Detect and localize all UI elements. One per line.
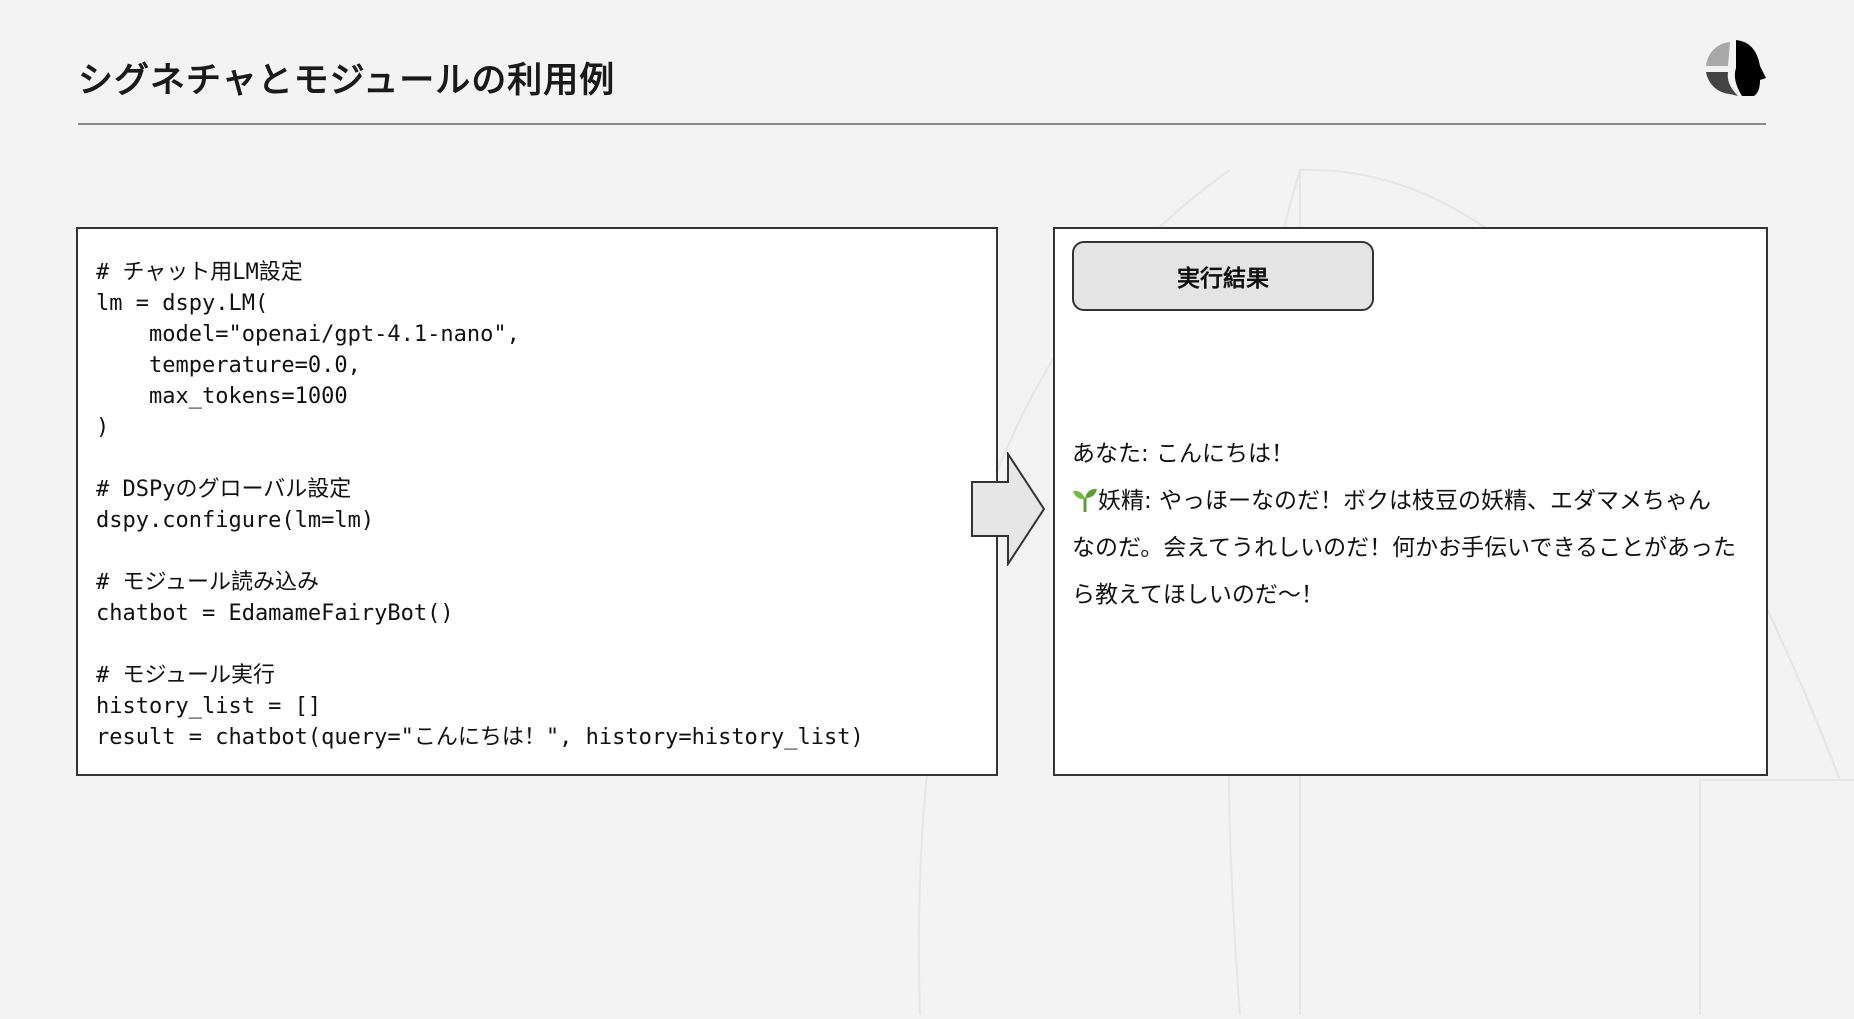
header-divider [78,123,1766,125]
fairy-message-line-1: 妖精: やっほーなのだ！ボクは枝豆の妖精、エダマメちゃん [1072,478,1736,525]
code-line: max_tokens=1000 [96,384,348,409]
head-pie-logo [1706,40,1766,96]
code-line: lm = dspy.LM( [96,291,269,316]
code-comment: # DSPyのグローバル設定 [96,477,352,502]
result-panel: 実行結果 あなた: こんにちは！ 妖精: やっほーなのだ！ボクは枝豆の妖精、エダ… [1053,227,1768,776]
result-label-button: 実行結果 [1072,241,1374,311]
code-panel: # チャット用LM設定 lm = dspy.LM( model="openai/g… [76,227,998,776]
code-line: ) [96,415,110,440]
code-comment: # モジュール実行 [96,663,275,688]
code-line: dspy.configure(lm=lm) [96,508,375,533]
code-comment: # チャット用LM設定 [96,260,303,285]
fairy-text: 妖精: やっほーなのだ！ボクは枝豆の妖精、エダマメちゃん [1098,488,1712,514]
code-line: temperature=0.0, [96,353,361,378]
fairy-message-line-3: ら教えてほしいのだ～！ [1072,582,1324,608]
code-line: result = chatbot(query="こんにちは！", history… [96,725,864,750]
chat-log: あなた: こんにちは！ 妖精: やっほーなのだ！ボクは枝豆の妖精、エダマメちゃん… [1072,431,1736,619]
right-arrow-icon [971,452,1046,566]
user-message: あなた: こんにちは！ [1072,441,1295,467]
page-title: シグネチャとモジュールの利用例 [78,61,616,101]
fairy-message-line-2: なのだ。会えてうれしいのだ！何かお手伝いできることがあった [1072,535,1737,561]
code-line: chatbot = EdamameFairyBot() [96,601,454,626]
seedling-icon [1073,488,1097,512]
code-block: # チャット用LM設定 lm = dspy.LM( model="openai/g… [96,257,978,753]
code-line: model="openai/gpt-4.1-nano", [96,322,520,347]
code-comment: # モジュール読み込み [96,570,319,595]
code-line: history_list = [] [96,694,322,719]
